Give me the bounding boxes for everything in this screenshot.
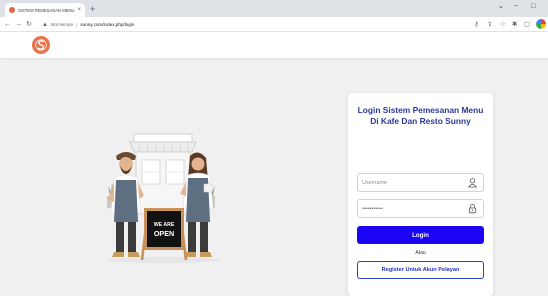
lock-icon	[468, 204, 477, 214]
login-card: Login Sistem Pemesanan Menu Di Kafe Dan …	[348, 93, 493, 296]
tab-search-icon[interactable]: ⌄	[498, 2, 504, 12]
board-line2: OPEN	[154, 229, 174, 238]
illustration-drawing: WE ARE OPEN	[107, 133, 220, 263]
profile-avatar[interactable]	[536, 19, 546, 29]
username-input[interactable]	[358, 174, 464, 191]
share-icon[interactable]: ⇪	[487, 19, 492, 30]
register-button[interactable]: Register Untuk Akun Pelayan	[357, 261, 484, 279]
tab-title: SISTEM PEMESANAN MENU DI	[18, 7, 76, 13]
window-restore-button[interactable]: □	[531, 2, 535, 12]
cafe-open-illustration: WE ARE OPEN	[100, 126, 228, 266]
window-minimize-button[interactable]: −	[514, 2, 518, 12]
tab-close-icon[interactable]: ×	[77, 7, 81, 13]
reload-icon[interactable]: ↻	[26, 19, 32, 30]
login-button[interactable]: Login	[357, 226, 484, 244]
browser-tabstrip: SISTEM PEMESANAN MENU DI × + ⌄ − □	[0, 0, 548, 17]
tab-favicon-icon	[9, 7, 15, 13]
address-bar[interactable]: ▲ Not secure | sunny.com/index.php/login	[42, 19, 462, 30]
user-icon	[468, 178, 477, 188]
browser-toolbar: ← → ↻ ▲ Not secure | sunny.com/index.php…	[0, 17, 548, 32]
sidebar-icon[interactable]: ▢	[524, 19, 530, 30]
back-icon[interactable]: ←	[4, 19, 11, 30]
or-text: Atau	[415, 250, 426, 256]
new-tab-button[interactable]: +	[90, 3, 95, 15]
warning-icon[interactable]: ▲	[42, 22, 48, 28]
username-field[interactable]	[357, 173, 484, 192]
sunny-logo-icon[interactable]	[32, 36, 50, 54]
extensions-icon[interactable]: ✱	[512, 19, 517, 30]
address-separator: |	[76, 22, 78, 27]
forward-icon[interactable]: →	[15, 19, 22, 30]
url-text[interactable]: sunny.com/index.php/login	[80, 22, 134, 27]
bookmark-star-icon[interactable]: ☆	[500, 19, 506, 30]
security-label: Not secure	[50, 22, 74, 27]
login-title: Login Sistem Pemesanan Menu Di Kafe Dan …	[357, 105, 484, 126]
key-icon[interactable]: ⚷	[474, 19, 479, 30]
site-header	[0, 32, 548, 58]
password-field[interactable]	[357, 199, 484, 218]
board-line1: WE ARE	[154, 222, 175, 228]
page: WE ARE OPEN Login Sistem Pemesanan Menu …	[0, 32, 548, 296]
password-input[interactable]	[358, 200, 464, 217]
browser-tab[interactable]: SISTEM PEMESANAN MENU DI ×	[5, 3, 85, 17]
